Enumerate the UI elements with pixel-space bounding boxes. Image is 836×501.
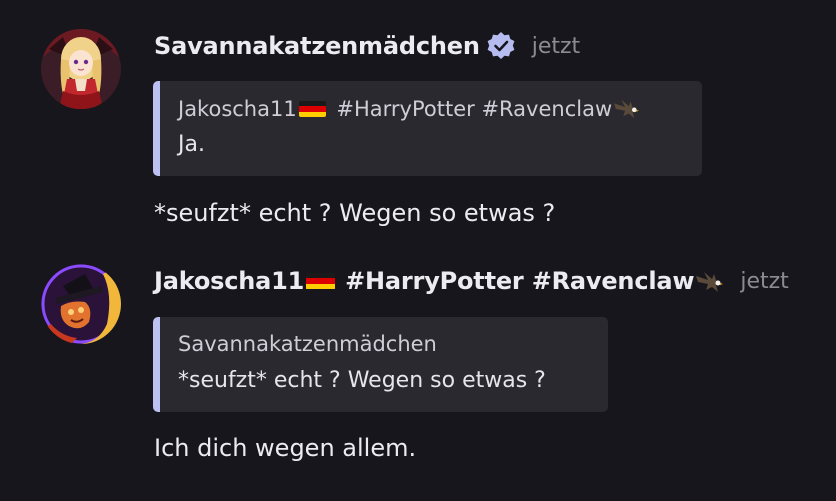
message-text: *seufzt* echt ? Wegen so etwas ?: [154, 199, 556, 227]
timestamp[interactable]: jetzt: [740, 269, 788, 294]
message: Jakoscha11 #HarryPotter #Ravenclaw jetzt…: [0, 245, 836, 501]
quote-author-line: Jakoscha11 #HarryPotter #Ravenclaw: [178, 96, 640, 121]
anime-girl-avatar-icon: [41, 29, 121, 109]
author-tags: #HarryPotter #Ravenclaw: [345, 267, 695, 295]
eagle-icon: [696, 272, 724, 292]
avatar[interactable]: [41, 29, 121, 109]
reply-quote[interactable]: Savannakatzenmädchen *seufzt* echt ? Weg…: [153, 317, 608, 412]
quote-text: Ja.: [178, 132, 205, 157]
author-name[interactable]: Jakoscha11: [154, 267, 304, 295]
message-header: Jakoscha11 #HarryPotter #Ravenclaw jetzt: [154, 264, 789, 298]
quote-author-tags: #HarryPotter #Ravenclaw: [336, 97, 613, 121]
top-hat-character-avatar-icon: [41, 264, 121, 344]
avatar[interactable]: [41, 264, 121, 344]
reply-quote[interactable]: Jakoscha11 #HarryPotter #Ravenclaw Ja.: [153, 81, 702, 176]
eagle-icon: [614, 99, 640, 119]
author-name[interactable]: Savannakatzenmädchen: [154, 32, 480, 60]
message: Savannakatzenmädchen jetzt Jakoscha11 #H…: [0, 0, 836, 245]
chat-thread: Savannakatzenmädchen jetzt Jakoscha11 #H…: [0, 0, 836, 501]
quote-text: *seufzt* echt ? Wegen so etwas ?: [178, 368, 546, 393]
quote-author-name: Savannakatzenmädchen: [178, 332, 437, 356]
germany-flag-icon: [298, 101, 326, 117]
message-text: Ich dich wegen allem.: [154, 434, 417, 462]
germany-flag-icon: [306, 272, 336, 290]
verified-badge-icon: [486, 31, 516, 61]
timestamp[interactable]: jetzt: [532, 34, 580, 59]
quote-author-name: Jakoscha11: [178, 97, 297, 121]
message-header: Savannakatzenmädchen jetzt: [154, 29, 580, 63]
